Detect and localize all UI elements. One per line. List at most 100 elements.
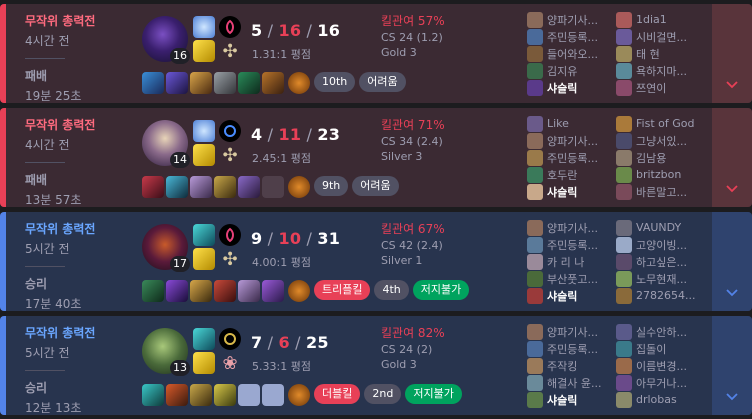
player-row[interactable]: 집돌이 — [616, 340, 702, 357]
match-card[interactable]: 무작위 총력전 5시간 전 승리 17분 40초 17 ✣ 9 / 10 / 3… — [0, 212, 752, 311]
player-row[interactable]: 1dia1 — [616, 11, 702, 28]
player-row[interactable]: 주민등록... — [527, 149, 613, 166]
rune-icon[interactable] — [219, 120, 241, 142]
item-icon[interactable] — [214, 280, 236, 302]
expand-button[interactable] — [712, 212, 752, 311]
expand-button[interactable] — [712, 108, 752, 207]
rune-icon[interactable]: ✣ — [219, 40, 241, 62]
champion-portrait[interactable]: 13 — [142, 328, 190, 376]
rune-icon[interactable]: ✣ — [219, 248, 241, 270]
item-icon[interactable] — [142, 280, 164, 302]
player-row[interactable]: 그냥서있... — [616, 132, 702, 149]
item-icon[interactable] — [214, 384, 236, 406]
player-row[interactable]: 실수안하... — [616, 323, 702, 340]
player-row[interactable]: 주민등록... — [527, 28, 613, 45]
match-card[interactable]: 무작위 총력전 5시간 전 승리 12분 13초 13 ❀ 7 / 6 / 25… — [0, 316, 752, 415]
player-row[interactable]: Fist of God — [616, 115, 702, 132]
item-icon[interactable] — [166, 280, 188, 302]
player-row[interactable]: 양파기사... — [527, 219, 613, 236]
item-icon[interactable] — [166, 72, 188, 94]
item-build — [142, 176, 310, 198]
player-row[interactable]: 양파기사... — [527, 323, 613, 340]
player-row[interactable]: 양파기사... — [527, 11, 613, 28]
player-row[interactable]: 샤슬릭 — [527, 287, 613, 304]
item-icon[interactable] — [214, 72, 236, 94]
player-row[interactable]: 김지유 — [527, 62, 613, 79]
badges: 더블킬 2nd 저지불가 — [314, 384, 462, 404]
champion-portrait[interactable]: 16 — [142, 16, 190, 64]
summoner-spell-icon[interactable] — [193, 120, 215, 142]
summoner-spell-icon[interactable] — [193, 40, 215, 62]
rune-icon[interactable] — [219, 224, 241, 246]
item-icon[interactable] — [166, 176, 188, 198]
player-row[interactable]: 부산풋고... — [527, 270, 613, 287]
queue-type: 무작위 총력전 — [25, 222, 96, 236]
player-row[interactable]: 이름변경... — [616, 357, 702, 374]
player-row[interactable]: VAUNDY — [616, 219, 702, 236]
summoner-spell-icon[interactable] — [193, 144, 215, 166]
item-icon[interactable] — [190, 72, 212, 94]
player-row[interactable]: 샤슬릭 — [527, 391, 613, 408]
expand-button[interactable] — [712, 316, 752, 415]
player-row[interactable]: 해결사 윤... — [527, 374, 613, 391]
summoner-spell-icon[interactable] — [193, 352, 215, 374]
item-icon[interactable] — [238, 176, 260, 198]
player-row[interactable]: 욕하지마... — [616, 62, 702, 79]
creep-score: CS 24 (1.2) — [381, 31, 443, 44]
player-row[interactable]: 샤슬릭 — [527, 183, 613, 200]
item-icon[interactable] — [238, 280, 260, 302]
ward-icon[interactable] — [288, 384, 310, 406]
match-card[interactable]: 무작위 총력전 4시간 전 패배 19분 25초 16 ✣ 5 / 16 / 1… — [0, 4, 752, 103]
player-row[interactable]: 아무거나... — [616, 374, 702, 391]
match-card[interactable]: 무작위 총력전 4시간 전 패배 13분 57초 14 ✣ 4 / 11 / 2… — [0, 108, 752, 207]
player-row[interactable]: 노무현재... — [616, 270, 702, 287]
item-icon[interactable] — [166, 384, 188, 406]
player-row[interactable]: 호두란 — [527, 166, 613, 183]
rune-icon[interactable]: ❀ — [219, 352, 241, 374]
player-row[interactable]: 하고싶은... — [616, 253, 702, 270]
ward-icon[interactable] — [288, 280, 310, 302]
summoner-spell-icon[interactable] — [193, 248, 215, 270]
player-row[interactable]: 주작킹 — [527, 357, 613, 374]
item-icon[interactable] — [262, 72, 284, 94]
player-row[interactable]: 들어와오... — [527, 45, 613, 62]
ward-icon[interactable] — [288, 176, 310, 198]
champion-portrait[interactable]: 17 — [142, 224, 190, 272]
player-row[interactable]: 고양이빙... — [616, 236, 702, 253]
item-icon[interactable] — [190, 384, 212, 406]
ward-icon[interactable] — [288, 72, 310, 94]
player-row[interactable]: 2782654... — [616, 287, 702, 304]
player-row[interactable]: 바른말고... — [616, 183, 702, 200]
item-icon[interactable] — [142, 72, 164, 94]
rune-icon[interactable] — [219, 328, 241, 350]
average-tier: Silver 1 — [381, 254, 423, 267]
summoner-spell-icon[interactable] — [193, 224, 215, 246]
item-icon[interactable] — [190, 176, 212, 198]
rune-icon[interactable] — [219, 16, 241, 38]
item-icon[interactable] — [238, 72, 260, 94]
player-row[interactable]: 주민등록... — [527, 340, 613, 357]
item-icon[interactable] — [142, 384, 164, 406]
match-info: 무작위 총력전 4시간 전 패배 19분 25초 — [25, 12, 135, 103]
item-icon[interactable] — [142, 176, 164, 198]
player-row[interactable]: drlobas — [616, 391, 702, 408]
item-icon[interactable] — [214, 176, 236, 198]
player-row[interactable]: 태 현 — [616, 45, 702, 62]
summoner-spell-icon[interactable] — [193, 16, 215, 38]
kill-participation: 킬관여 71% — [381, 118, 445, 132]
expand-button[interactable] — [712, 4, 752, 103]
player-row[interactable]: 카 리 나 — [527, 253, 613, 270]
player-row[interactable]: 양파기사... — [527, 132, 613, 149]
item-icon[interactable] — [262, 280, 284, 302]
player-row[interactable]: 시비걸면... — [616, 28, 702, 45]
player-row[interactable]: britzbon — [616, 166, 702, 183]
player-row[interactable]: 샤슬릭 — [527, 79, 613, 96]
item-icon[interactable] — [190, 280, 212, 302]
player-row[interactable]: 김남용 — [616, 149, 702, 166]
summoner-spell-icon[interactable] — [193, 328, 215, 350]
rune-icon[interactable]: ✣ — [219, 144, 241, 166]
champion-portrait[interactable]: 14 — [142, 120, 190, 168]
player-row[interactable]: 쯔연이 — [616, 79, 702, 96]
player-row[interactable]: 주민등록... — [527, 236, 613, 253]
player-row[interactable]: Like — [527, 115, 613, 132]
